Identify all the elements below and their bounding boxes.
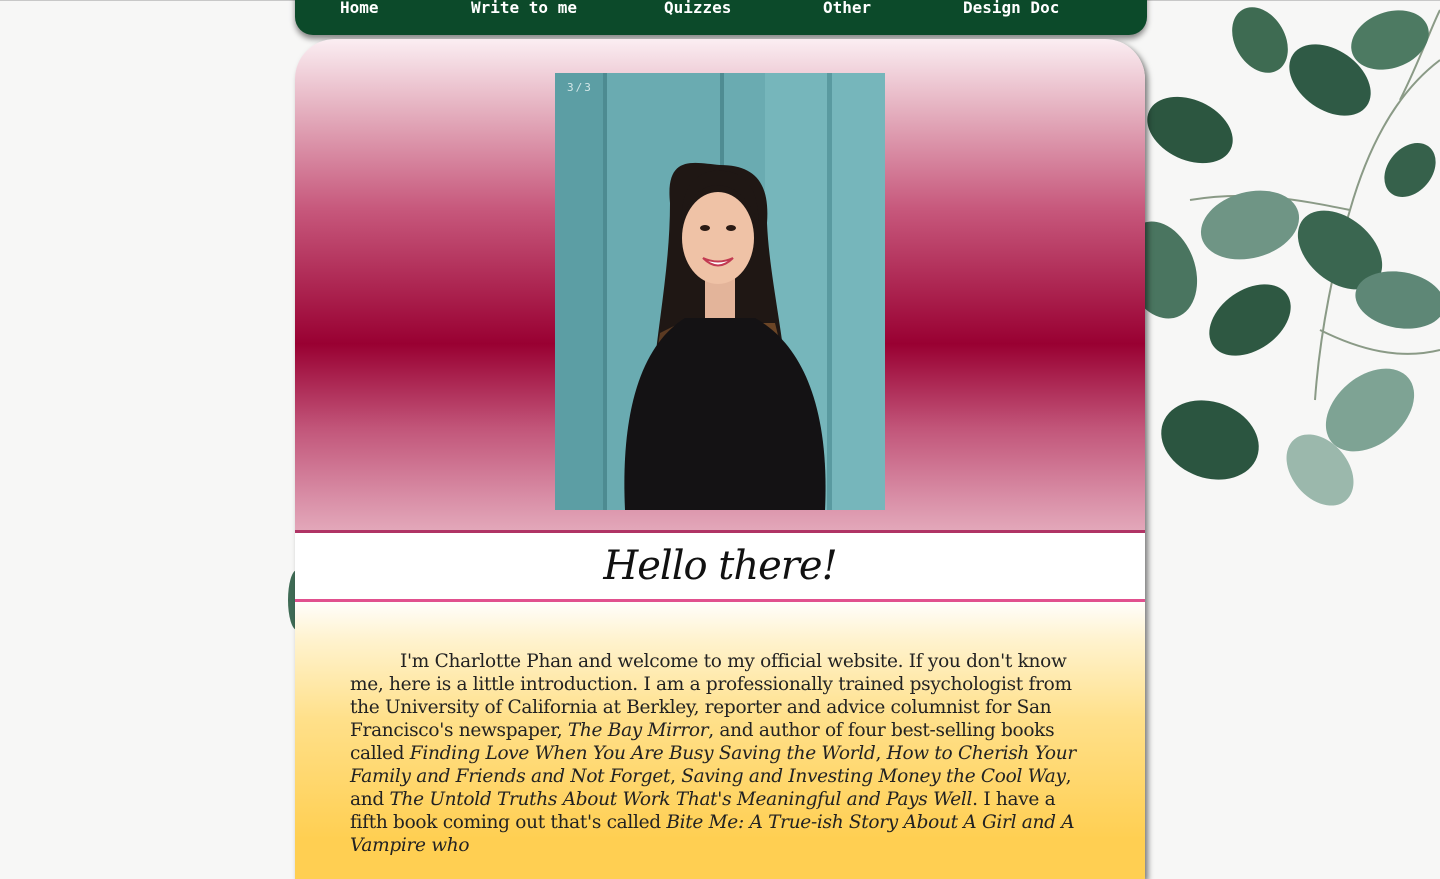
- book-title: Finding Love When You Are Busy Saving th…: [409, 743, 876, 764]
- greeting-heading: Hello there!: [603, 543, 837, 589]
- nav-quizzes-link[interactable]: Quizzes: [664, 0, 731, 17]
- nav-other-link[interactable]: Other: [823, 0, 871, 17]
- slideshow[interactable]: 3/3: [555, 73, 885, 510]
- intro-paragraph: I'm Charlotte Phan and welcome to my off…: [350, 650, 1095, 857]
- book-title: Saving and Investing Money the Cool Way: [681, 766, 1066, 787]
- intro-text: ,: [875, 743, 887, 764]
- greeting-band: Hello there!: [295, 530, 1145, 602]
- slide-counter: 3/3: [567, 81, 593, 94]
- portrait-photo: [555, 73, 885, 510]
- nav-home-link[interactable]: Home: [340, 0, 379, 17]
- eucalyptus-leaves-image: [1122, 7, 1440, 506]
- intro-text: ,: [670, 766, 682, 787]
- nav-design-doc-link[interactable]: Design Doc: [963, 0, 1059, 17]
- nav-write-to-me-link[interactable]: Write to me: [471, 0, 577, 17]
- newspaper-title: The Bay Mirror: [567, 720, 709, 741]
- content-panel: 3/3 Hello there! I'm Charlotte Phan and …: [295, 39, 1145, 879]
- main-nav: Home Write to me Quizzes Other Design Do…: [295, 0, 1147, 35]
- book-title: The Untold Truths About Work That's Mean…: [389, 789, 973, 810]
